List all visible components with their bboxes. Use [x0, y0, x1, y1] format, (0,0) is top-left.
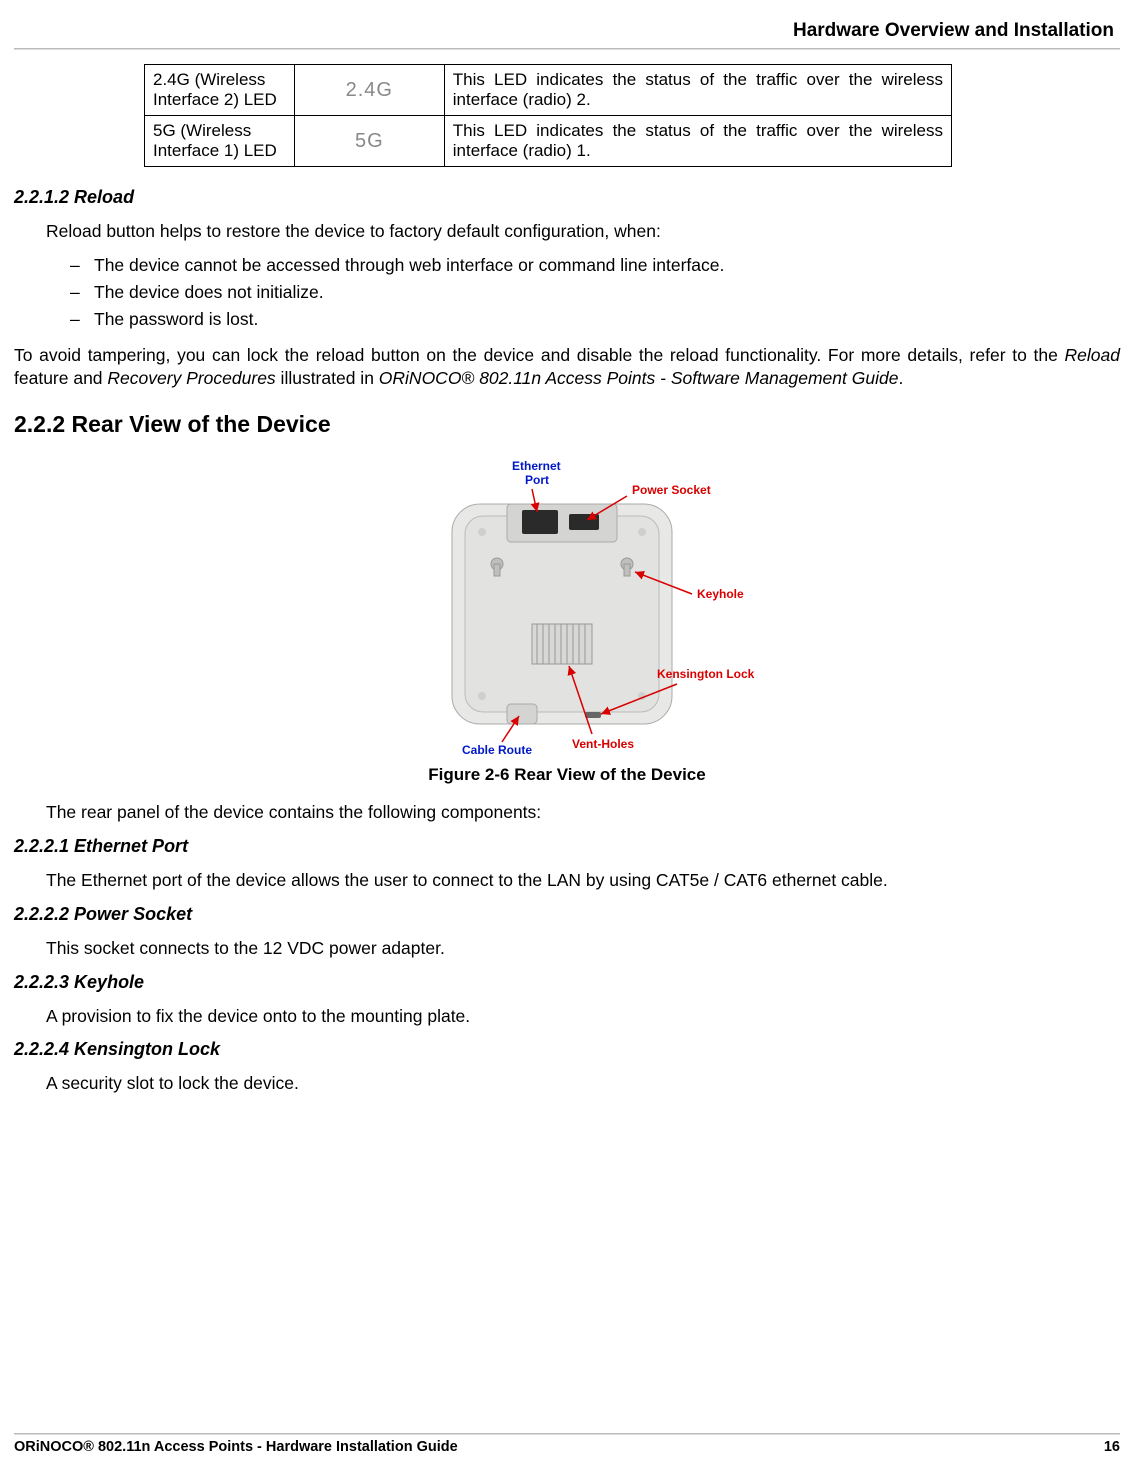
footer-doc-title: ORiNOCO® 802.11n Access Points - Hardwar… — [14, 1439, 458, 1455]
footer-rule — [14, 1433, 1120, 1435]
figure-caption: Figure 2-6 Rear View of the Device — [14, 765, 1120, 785]
figure-rear-view: Ethernet Port Power Socket Keyhole Kensi… — [14, 454, 1120, 759]
led-name-cell: 5G (Wireless Interface 1) LED — [145, 116, 295, 167]
table-row: 2.4G (Wireless Interface 2) LED 2.4G Thi… — [145, 65, 952, 116]
section-heading-reload: 2.2.1.2 Reload — [14, 187, 1120, 208]
kensington-text: A security slot to lock the device. — [46, 1072, 1120, 1095]
reload-intro: Reload button helps to restore the devic… — [46, 220, 1120, 243]
reload-bullet-list: The device cannot be accessed through we… — [70, 255, 1120, 330]
page-header-title: Hardware Overview and Installation — [14, 20, 1120, 42]
label-keyhole: Keyhole — [697, 587, 744, 601]
led-2-4g-icon: 2.4G — [346, 79, 393, 102]
led-name-cell: 2.4G (Wireless Interface 2) LED — [145, 65, 295, 116]
rear-intro: The rear panel of the device contains th… — [46, 801, 1120, 824]
page-footer: ORiNOCO® 802.11n Access Points - Hardwar… — [14, 1433, 1120, 1455]
label-cable-route: Cable Route — [462, 743, 532, 754]
section-heading-rear-view: 2.2.2 Rear View of the Device — [14, 411, 1120, 438]
power-socket-text: This socket connects to the 12 VDC power… — [46, 937, 1120, 960]
subheading-kensington-lock: 2.2.2.4 Kensington Lock — [14, 1039, 1120, 1060]
list-item: The device does not initialize. — [70, 282, 1120, 303]
label-vent-holes: Vent-Holes — [572, 737, 634, 751]
label-ethernet-port-2: Port — [525, 473, 549, 487]
subheading-power-socket: 2.2.2.2 Power Socket — [14, 904, 1120, 925]
label-power-socket: Power Socket — [632, 483, 711, 497]
led-label-cell: 5G — [294, 116, 444, 167]
list-item: The password is lost. — [70, 309, 1120, 330]
label-ethernet-port: Ethernet — [512, 459, 561, 473]
header-rule — [14, 48, 1120, 50]
device-rear-diagram: Ethernet Port Power Socket Keyhole Kensi… — [357, 454, 777, 754]
reload-paragraph: To avoid tampering, you can lock the rel… — [14, 344, 1120, 390]
led-desc-cell: This LED indicates the status of the tra… — [444, 116, 951, 167]
led-label-cell: 2.4G — [294, 65, 444, 116]
led-desc-cell: This LED indicates the status of the tra… — [444, 65, 951, 116]
keyhole-text: A provision to fix the device onto to th… — [46, 1005, 1120, 1028]
ethernet-port-text: The Ethernet port of the device allows t… — [46, 869, 1120, 892]
label-kensington: Kensington Lock — [657, 667, 755, 681]
subheading-keyhole: 2.2.2.3 Keyhole — [14, 972, 1120, 993]
table-row: 5G (Wireless Interface 1) LED 5G This LE… — [145, 116, 952, 167]
led-5g-icon: 5G — [355, 130, 384, 153]
footer-page-number: 16 — [1104, 1439, 1120, 1455]
subheading-ethernet-port: 2.2.2.1 Ethernet Port — [14, 836, 1120, 857]
led-table: 2.4G (Wireless Interface 2) LED 2.4G Thi… — [144, 64, 952, 167]
list-item: The device cannot be accessed through we… — [70, 255, 1120, 276]
